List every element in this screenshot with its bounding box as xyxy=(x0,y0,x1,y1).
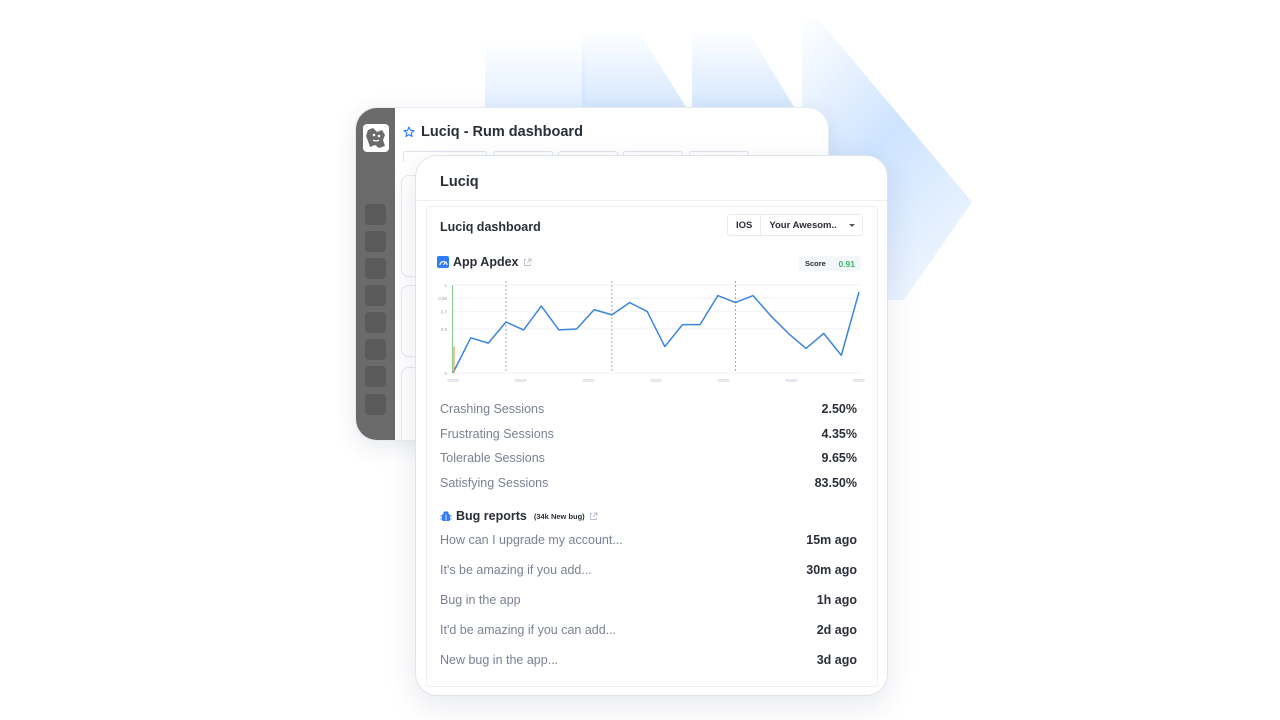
luciq-panel: Luciq Luciq dashboard IOS Your Awesom.. … xyxy=(415,155,888,696)
session-metrics: Crashing Sessions 2.50% Frustrating Sessio… xyxy=(440,397,857,495)
score-label: Score xyxy=(805,259,826,268)
metric-row: Satisfying Sessions 83.50% xyxy=(440,471,857,496)
apdex-header: App Apdex xyxy=(437,255,532,269)
sidebar-item[interactable] xyxy=(365,285,386,306)
metric-label: Tolerable Sessions xyxy=(440,451,545,466)
bug-report-text: It'd be amazing if you can add... xyxy=(440,623,617,637)
apdex-line-chart: 0 0.5 0.7 0.85 1 xyxy=(438,281,865,382)
dashboard-card: Luciq dashboard IOS Your Awesom.. App Ap… xyxy=(426,206,878,687)
metric-row: Tolerable Sessions 9.65% xyxy=(440,446,857,471)
gauge-icon xyxy=(437,256,449,268)
platform-label: IOS xyxy=(728,215,762,235)
apdex-title: App Apdex xyxy=(453,255,519,269)
panel-title: Luciq xyxy=(440,174,479,190)
bug-report-text: Bug in the app xyxy=(440,593,521,607)
bug-icon xyxy=(440,511,452,521)
metric-label: Frustrating Sessions xyxy=(440,426,554,441)
x-tick-label xyxy=(785,379,798,382)
x-tick-label xyxy=(514,379,527,382)
chevron-down-icon xyxy=(849,223,855,227)
x-tick-label xyxy=(447,379,459,382)
external-link-icon[interactable] xyxy=(523,258,532,267)
metric-row: Crashing Sessions 2.50% xyxy=(440,397,857,422)
metric-value: 2.50% xyxy=(821,402,857,417)
y-tick-label: 1 xyxy=(444,283,447,288)
y-tick-label: 0.85 xyxy=(438,296,447,301)
metric-value: 4.35% xyxy=(821,426,857,441)
dashboard-title: Luciq dashboard xyxy=(440,220,541,234)
divider xyxy=(416,200,887,201)
bug-report-time: 1h ago xyxy=(816,593,857,607)
dog-logo-icon[interactable] xyxy=(363,124,389,152)
bug-reports-header: Bug reports (34k New bug) xyxy=(440,509,598,523)
y-tick-label: 0.5 xyxy=(441,327,448,332)
metric-row: Frustrating Sessions 4.35% xyxy=(440,422,857,447)
x-tick-label xyxy=(853,379,865,382)
bug-report-time: 15m ago xyxy=(806,533,857,547)
sidebar-item[interactable] xyxy=(365,258,386,279)
window-title-row: Luciq - Rum dashboard xyxy=(403,124,583,140)
external-link-icon[interactable] xyxy=(589,512,598,521)
bug-report-text: It's be amazing if you add... xyxy=(440,563,592,577)
sidebar-item[interactable] xyxy=(365,204,386,225)
bug-report-list: How can I upgrade my account... 15m ago It… xyxy=(440,525,857,675)
bug-reports-title: Bug reports xyxy=(456,509,527,523)
x-tick-label xyxy=(650,379,662,382)
bug-report-text: How can I upgrade my account... xyxy=(440,533,623,547)
y-tick-label: 0.7 xyxy=(441,309,448,314)
apdex-series-line xyxy=(452,291,860,374)
bug-report-time: 3d ago xyxy=(816,653,857,667)
bug-report-time: 30m ago xyxy=(806,563,857,577)
bug-report-item[interactable]: New bug in the app... 3d ago xyxy=(440,645,857,675)
star-outline-icon[interactable] xyxy=(403,126,415,138)
metric-value: 83.50% xyxy=(814,475,857,490)
metric-label: Satisfying Sessions xyxy=(440,475,549,490)
bug-report-item[interactable]: It'd be amazing if you can add... 2d ago xyxy=(440,615,857,645)
y-tick-label: 0 xyxy=(444,371,447,376)
bug-report-item[interactable]: It's be amazing if you add... 30m ago xyxy=(440,555,857,585)
bug-report-time: 2d ago xyxy=(816,623,857,637)
app-selector[interactable]: IOS Your Awesom.. xyxy=(727,214,863,236)
metric-value: 9.65% xyxy=(821,451,857,466)
sidebar-item[interactable] xyxy=(365,231,386,252)
metric-label: Crashing Sessions xyxy=(440,402,545,417)
bug-report-text: New bug in the app... xyxy=(440,653,559,667)
sidebar-item[interactable] xyxy=(365,339,386,360)
x-tick-label xyxy=(582,379,595,382)
sidebar-item[interactable] xyxy=(365,312,386,333)
new-bug-badge: (34k New bug) xyxy=(533,511,585,521)
bug-report-item[interactable]: Bug in the app 1h ago xyxy=(440,585,857,615)
score-badge: Score 0.91 xyxy=(799,256,861,271)
window-title: Luciq - Rum dashboard xyxy=(421,124,583,140)
app-name: Your Awesom.. xyxy=(769,219,837,231)
x-tick-label xyxy=(717,379,730,382)
bug-report-item[interactable]: How can I upgrade my account... 15m ago xyxy=(440,525,857,555)
sidebar xyxy=(356,108,395,440)
sidebar-item[interactable] xyxy=(365,366,386,387)
sidebar-item[interactable] xyxy=(365,394,386,415)
score-value: 0.91 xyxy=(838,258,855,269)
